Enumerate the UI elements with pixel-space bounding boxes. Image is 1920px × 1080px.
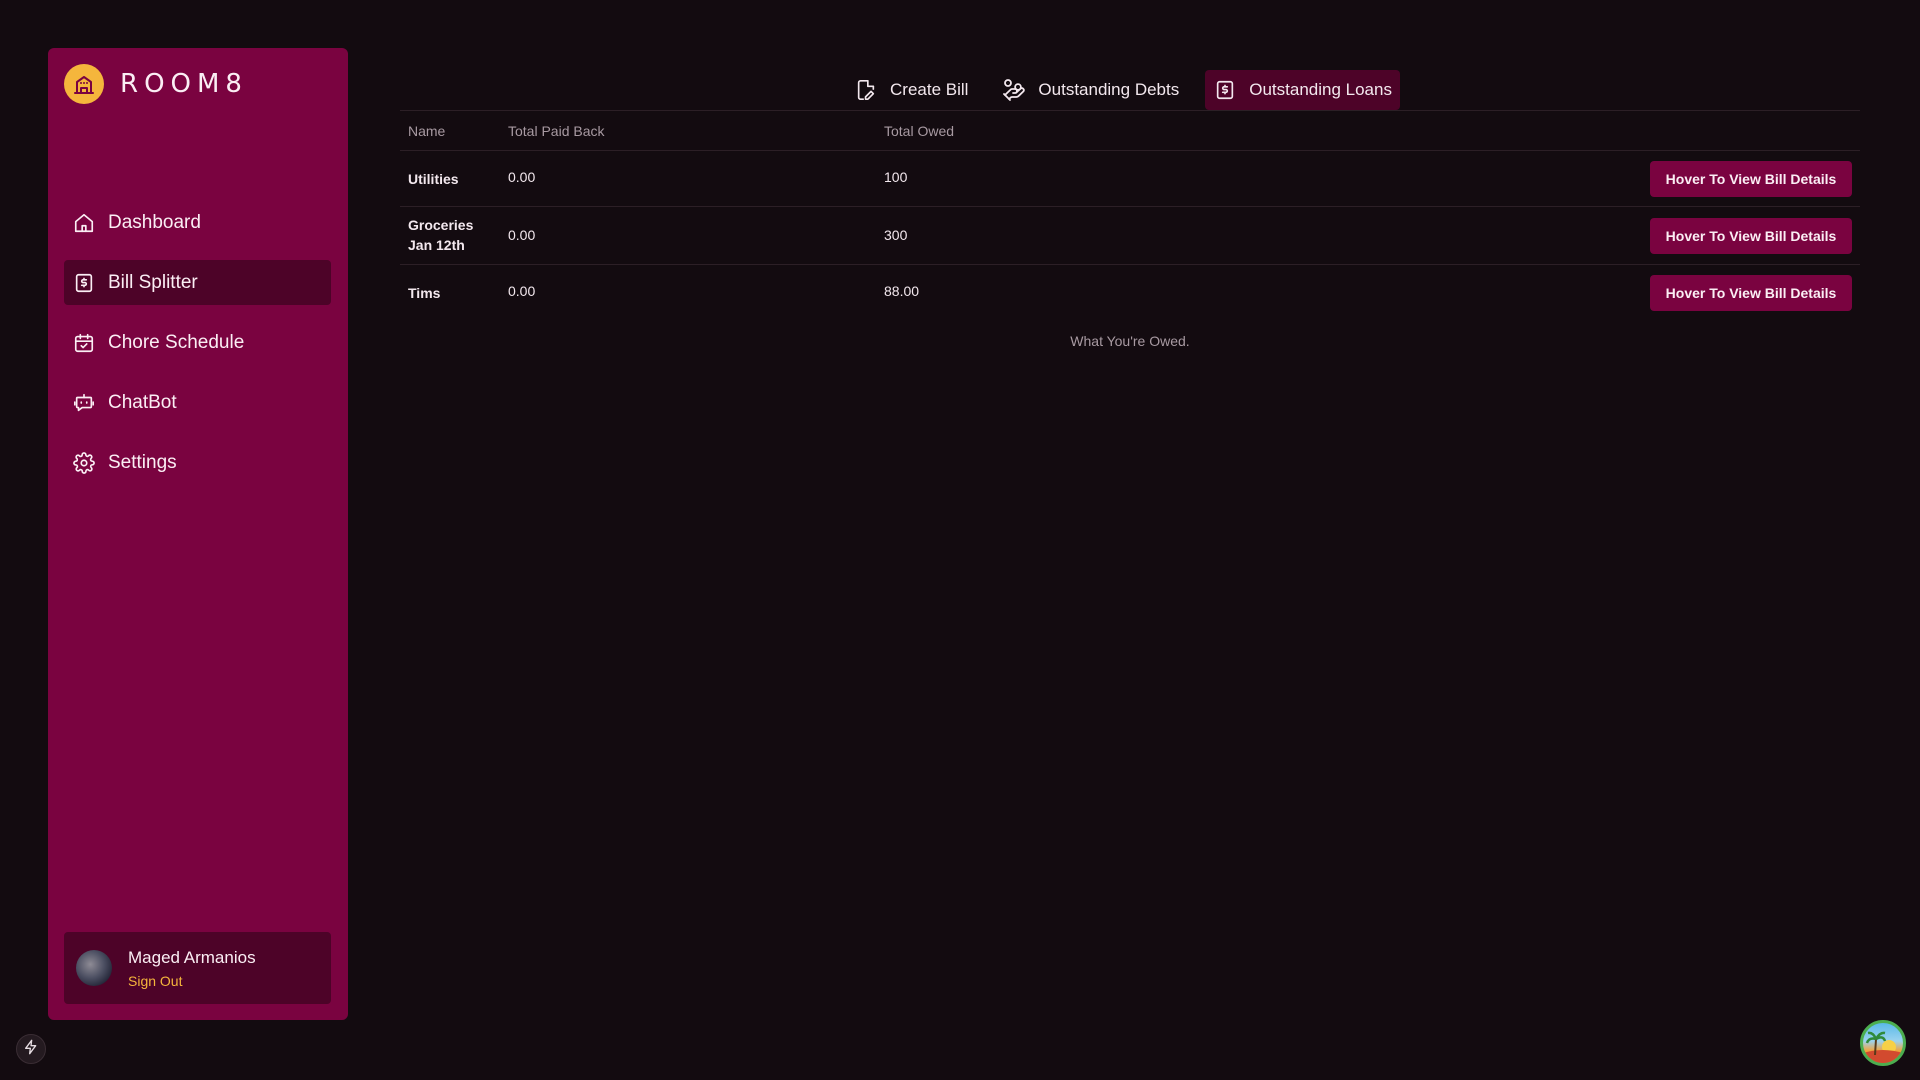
column-header-paid: Total Paid Back — [508, 123, 605, 139]
table-row: Tims 0.00 88.00 Hover To View Bill Detai… — [400, 265, 1860, 321]
tab-create-bill[interactable]: Create Bill — [846, 70, 976, 110]
user-card: Maged Armanios Sign Out — [64, 932, 331, 1004]
row-name: Tims — [408, 285, 441, 301]
sidebar-nav: Dashboard Bill Splitter Chore Schedule C… — [64, 200, 331, 500]
lightning-button[interactable] — [16, 1034, 46, 1064]
table-row: Utilities 0.00 100 Hover To View Bill De… — [400, 151, 1860, 207]
avatar[interactable] — [76, 950, 112, 986]
dollar-receipt-icon — [1213, 78, 1237, 102]
sidebar-item-label: Settings — [108, 451, 177, 473]
home-icon — [72, 211, 96, 235]
sidebar-item-bill-splitter[interactable]: Bill Splitter — [64, 260, 331, 305]
calendar-check-icon — [72, 331, 96, 355]
sidebar-item-chatbot[interactable]: ChatBot — [64, 380, 331, 425]
column-header-owed: Total Owed — [884, 123, 955, 139]
app-name: ROOM8 — [120, 69, 248, 99]
view-bill-details-button[interactable]: Hover To View Bill Details — [1650, 275, 1852, 311]
tab-label: Outstanding Debts — [1038, 80, 1180, 99]
tab-outstanding-debts[interactable]: Outstanding Debts — [994, 70, 1187, 110]
dollar-receipt-icon — [72, 271, 96, 295]
row-owed: 100 — [884, 169, 908, 185]
view-bill-details-button[interactable]: Hover To View Bill Details — [1650, 218, 1852, 254]
row-owed: 300 — [884, 227, 908, 243]
brand[interactable]: ROOM8 — [64, 64, 248, 104]
table-header: Name Total Paid Back Total Owed — [400, 110, 1860, 151]
tab-bar: Create Bill Outstanding Debts Outstandin… — [846, 70, 1418, 110]
column-header-name: Name — [408, 123, 446, 139]
sidebar-item-dashboard[interactable]: Dashboard — [64, 200, 331, 245]
gear-icon — [72, 451, 96, 475]
row-owed: 88.00 — [884, 283, 920, 299]
sidebar-item-label: ChatBot — [108, 391, 177, 413]
user-name: Maged Armanios — [128, 947, 256, 967]
tab-outstanding-loans[interactable]: Outstanding Loans — [1205, 70, 1400, 110]
robot-icon — [72, 391, 96, 415]
sidebar-item-label: Chore Schedule — [108, 331, 245, 353]
table-caption: What You're Owed. — [1070, 333, 1190, 349]
sidebar-item-settings[interactable]: Settings — [64, 440, 331, 485]
row-name: Groceries Jan 12th — [408, 217, 474, 253]
row-paid: 0.00 — [508, 227, 536, 243]
lightning-icon — [23, 1039, 39, 1060]
sidebar-item-label: Bill Splitter — [108, 271, 198, 293]
row-paid: 0.00 — [508, 169, 536, 185]
sidebar-item-label: Dashboard — [108, 211, 201, 233]
beach-icon — [1863, 1031, 1903, 1063]
tab-label: Outstanding Loans — [1249, 80, 1392, 99]
table-row: Groceries Jan 12th 0.00 300 Hover To Vie… — [400, 207, 1860, 265]
loans-table: Name Total Paid Back Total Owed Utilitie… — [400, 110, 1860, 321]
view-bill-details-button[interactable]: Hover To View Bill Details — [1650, 161, 1852, 197]
hand-coins-icon — [1002, 78, 1026, 102]
sidebar-item-chore-schedule[interactable]: Chore Schedule — [64, 320, 331, 365]
row-name: Utilities — [408, 171, 459, 187]
user-info: Maged Armanios Sign Out — [128, 948, 256, 989]
row-paid: 0.00 — [508, 283, 536, 299]
sign-out-link[interactable]: Sign Out — [128, 973, 256, 989]
file-edit-icon — [854, 78, 878, 102]
building-icon — [64, 64, 104, 104]
floating-avatar[interactable] — [1860, 1020, 1906, 1066]
tab-label: Create Bill — [890, 80, 969, 99]
sidebar: ROOM8 Dashboard Bill Splitter Chore Sche… — [48, 48, 348, 1020]
